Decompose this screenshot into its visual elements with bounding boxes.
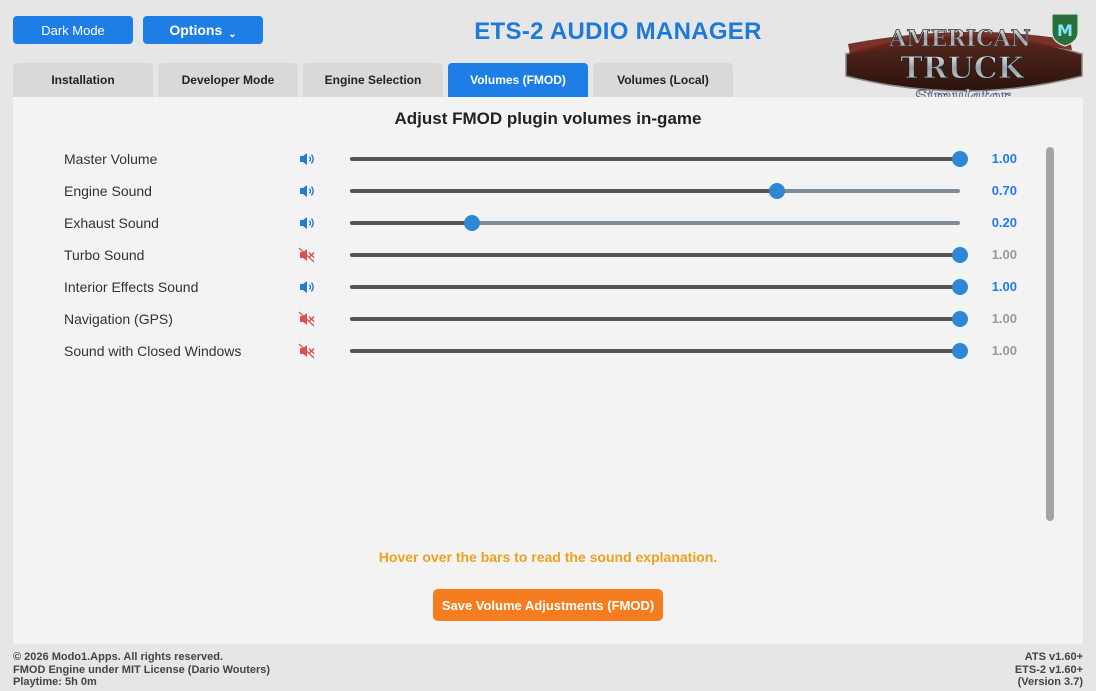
- volume-label: Navigation (GPS): [64, 311, 173, 327]
- volume-value: 1.00: [991, 151, 1017, 166]
- speaker-on-icon[interactable]: [298, 215, 316, 231]
- footer-right: ATS v1.60+ ETS-2 v1.60+ (Version 3.7): [1015, 651, 1083, 689]
- speaker-muted-icon[interactable]: [298, 343, 316, 359]
- scrollbar[interactable]: [1046, 147, 1054, 521]
- volume-row-interior-effects-sound: Interior Effects Sound 1.00: [13, 271, 1033, 303]
- speaker-on-icon[interactable]: [298, 183, 316, 199]
- tab-volumes-fmod[interactable]: Volumes (FMOD): [448, 63, 588, 97]
- speaker-muted-icon[interactable]: [298, 247, 316, 263]
- speaker-on-icon[interactable]: [298, 151, 316, 167]
- app-version: (Version 3.7): [1017, 676, 1083, 688]
- volume-row-sound-with-closed-windows: Sound with Closed Windows 1.00: [13, 335, 1033, 367]
- volume-slider-fill: [350, 157, 960, 161]
- volume-slider-fill: [350, 349, 960, 353]
- volume-label: Engine Sound: [64, 183, 152, 199]
- volume-slider-fill: [350, 317, 960, 321]
- volume-label: Sound with Closed Windows: [64, 343, 242, 359]
- volume-slider-track[interactable]: [350, 151, 968, 167]
- tab-engine-selection[interactable]: Engine Selection: [303, 63, 443, 97]
- volume-row-engine-sound: Engine Sound 0.70: [13, 175, 1033, 207]
- volume-value: 1.00: [991, 311, 1017, 326]
- options-button[interactable]: Options ⌄: [143, 16, 263, 44]
- volume-slider-fill: [350, 189, 777, 193]
- tab-volumes-local[interactable]: Volumes (Local): [593, 63, 733, 97]
- ets-version: ETS-2 v1.60+: [1014, 663, 1083, 676]
- chevron-down-icon: ⌄: [228, 29, 237, 40]
- volume-label: Turbo Sound: [64, 247, 145, 263]
- logo-badge: M: [1057, 21, 1073, 40]
- footer-left: © 2026 Modo1.Apps. All rights reserved. …: [13, 651, 270, 689]
- volume-slider-fill: [350, 285, 960, 289]
- panel-title: Adjust FMOD plugin volumes in-game: [394, 109, 702, 128]
- volume-value: 0.70: [991, 183, 1017, 198]
- license-text: FMOD Engine under MIT License (Dario Wou…: [13, 663, 271, 676]
- volume-label: Master Volume: [64, 151, 158, 167]
- volume-value: 1.00: [991, 247, 1017, 262]
- volume-value: 1.00: [991, 279, 1017, 294]
- volume-slider-track[interactable]: [350, 215, 960, 231]
- volume-row-turbo-sound: Turbo Sound 1.00: [13, 239, 1033, 271]
- volume-slider-fill: [350, 253, 960, 257]
- volumes-panel: Adjust FMOD plugin volumes in-game Maste…: [13, 97, 1083, 644]
- volume-slider-thumb[interactable]: [769, 183, 785, 199]
- options-label: Options: [169, 22, 223, 38]
- volume-slider-track[interactable]: [350, 311, 968, 327]
- volume-value: 0.20: [991, 215, 1017, 230]
- save-volume-button[interactable]: Save Volume Adjustments (FMOD): [433, 589, 663, 621]
- volume-value: 1.00: [991, 343, 1017, 358]
- volume-slider-fill: [350, 221, 472, 225]
- tab-developer-mode[interactable]: Developer Mode: [158, 63, 298, 97]
- speaker-on-icon[interactable]: [298, 279, 316, 295]
- volume-label: Exhaust Sound: [64, 215, 159, 231]
- volume-label: Interior Effects Sound: [64, 279, 199, 295]
- playtime-text: Playtime: 5h 0m: [13, 676, 97, 688]
- dark-mode-button[interactable]: Dark Mode: [13, 16, 133, 44]
- ats-version: ATS v1.60+: [1024, 651, 1083, 663]
- volume-slider-track[interactable]: [350, 279, 968, 295]
- volume-slider-thumb[interactable]: [464, 215, 480, 231]
- logo-line1: AMERICAN: [888, 26, 1030, 52]
- app-title: ETS-2 AUDIO MANAGER: [474, 18, 762, 45]
- tab-installation[interactable]: Installation: [13, 63, 153, 97]
- hover-hint: Hover over the bars to read the sound ex…: [378, 549, 718, 565]
- copyright-text: © 2026 Modo1.Apps. All rights reserved.: [13, 651, 224, 663]
- volume-slider-track[interactable]: [350, 183, 960, 199]
- volume-row-master-volume: Master Volume 1.00: [13, 143, 1033, 175]
- volume-row-exhaust-sound: Exhaust Sound 0.20: [13, 207, 1033, 239]
- volume-slider-track[interactable]: [350, 247, 968, 263]
- speaker-muted-icon[interactable]: [298, 311, 316, 327]
- volume-row-navigation-gps: Navigation (GPS) 1.00: [13, 303, 1033, 335]
- logo-line2: TRUCK: [900, 51, 1024, 86]
- volume-slider-track[interactable]: [350, 343, 968, 359]
- american-truck-simulator-logo: AMERICAN TRUCK Simulator M: [845, 13, 1083, 107]
